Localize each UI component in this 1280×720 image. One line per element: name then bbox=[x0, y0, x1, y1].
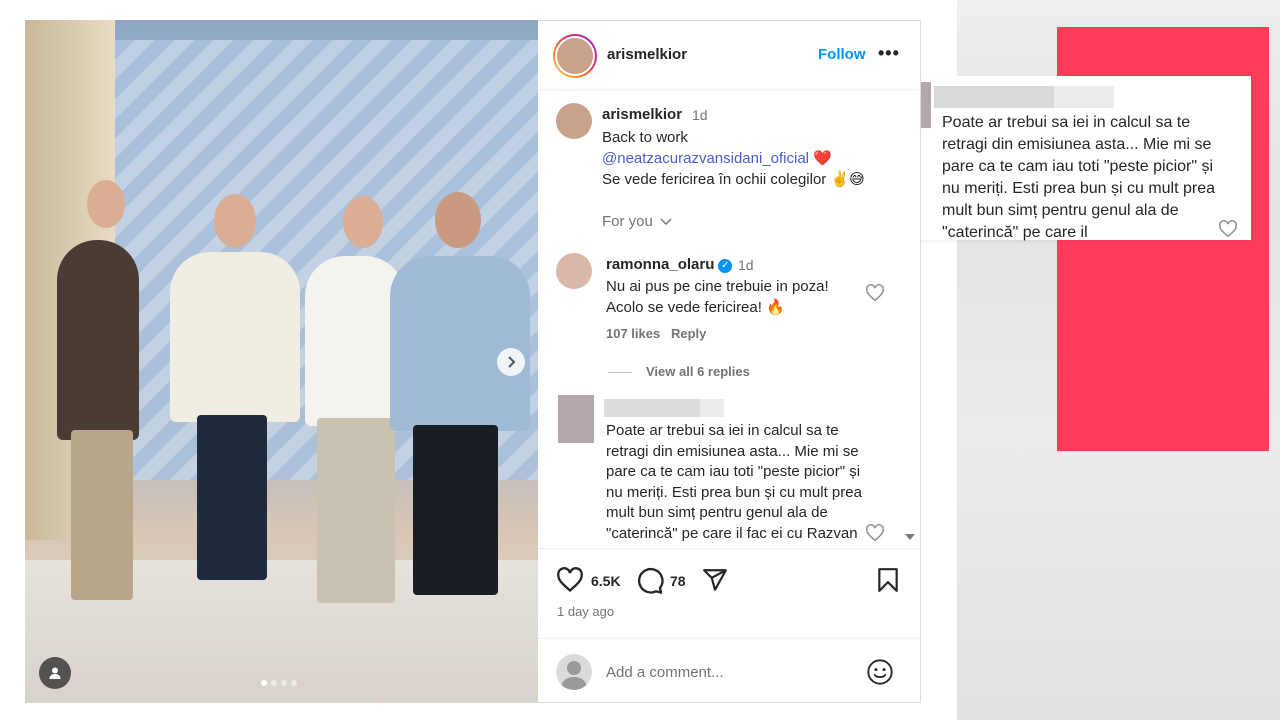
post-header: arismelkior Follow ••• bbox=[538, 21, 921, 90]
person-2 bbox=[170, 252, 300, 422]
comment-likes[interactable]: 107 likes bbox=[606, 326, 660, 341]
user-icon bbox=[561, 661, 587, 690]
carousel-dots bbox=[261, 680, 297, 686]
person-4-legs bbox=[413, 425, 498, 595]
comment-time: 1d bbox=[738, 257, 754, 273]
comment-input[interactable] bbox=[606, 661, 856, 683]
reply-button[interactable]: Reply bbox=[671, 326, 706, 341]
person-2-head bbox=[214, 194, 256, 248]
caption-time: 1d bbox=[692, 107, 708, 123]
caption-line: Se vede fericirea în ochii colegilor ✌️😅 bbox=[602, 171, 865, 188]
comment-text: Poate ar trebui sa iei in calcul sa te r… bbox=[606, 422, 862, 546]
person-4 bbox=[390, 256, 530, 431]
heart-emoji: ❤️ bbox=[813, 150, 832, 167]
comments-count[interactable]: 78 bbox=[670, 573, 686, 589]
post-time-ago: 1 day ago bbox=[557, 604, 615, 619]
comments-scroll-area[interactable]: arismelkior 1d Back to work @neatzacuraz… bbox=[538, 91, 921, 546]
person-1-head bbox=[87, 180, 125, 228]
scroll-down-arrow[interactable] bbox=[905, 534, 915, 540]
caption-avatar[interactable] bbox=[556, 103, 592, 139]
carousel-dot[interactable] bbox=[291, 680, 297, 686]
more-options-button[interactable]: ••• bbox=[878, 43, 900, 64]
emoji-icon[interactable] bbox=[866, 658, 894, 686]
carousel-dot[interactable] bbox=[281, 680, 287, 686]
current-user-avatar bbox=[556, 654, 592, 690]
person-4-head bbox=[435, 192, 481, 248]
follow-button[interactable]: Follow bbox=[818, 46, 866, 63]
carousel-dot[interactable] bbox=[271, 680, 277, 686]
heart-icon[interactable] bbox=[865, 524, 885, 542]
commenter-avatar[interactable] bbox=[556, 253, 592, 289]
author-username[interactable]: arismelkior bbox=[607, 46, 687, 63]
redacted-username bbox=[934, 86, 1114, 108]
for-you-label: For you bbox=[602, 213, 653, 230]
like-heart-icon[interactable] bbox=[556, 567, 584, 593]
add-comment-bar bbox=[538, 638, 921, 704]
carousel-dot[interactable] bbox=[261, 680, 267, 686]
share-icon[interactable] bbox=[701, 567, 729, 593]
post-details-panel: arismelkior Follow ••• arismelkior 1d Ba… bbox=[538, 20, 921, 703]
post-photo[interactable] bbox=[25, 20, 538, 703]
bookmark-icon[interactable] bbox=[876, 567, 900, 593]
user-icon bbox=[49, 667, 61, 679]
likes-count[interactable]: 6.5K bbox=[591, 573, 621, 589]
carousel-next-button[interactable] bbox=[497, 348, 525, 376]
comment-text: Nu ai pus pe cine trebuie in poza! Acolo… bbox=[606, 278, 829, 316]
view-replies-button[interactable]: View all 6 replies bbox=[646, 364, 750, 379]
chevron-right-icon bbox=[508, 356, 516, 368]
redacted-avatar[interactable] bbox=[558, 395, 594, 443]
person-3-head bbox=[343, 196, 383, 248]
heart-icon[interactable] bbox=[865, 284, 885, 302]
heart-icon bbox=[1219, 220, 1237, 238]
zoomed-comment-card: Poate ar trebui sa iei in calcul sa te r… bbox=[885, 76, 1251, 241]
caption-text: Back to work @neatzacurazvansidani_ofici… bbox=[602, 127, 902, 190]
author-avatar[interactable] bbox=[553, 34, 597, 78]
person-2-legs bbox=[197, 415, 267, 580]
mention-link[interactable]: @neatzacurazvansidani_oficial bbox=[602, 150, 809, 167]
person-1-legs bbox=[71, 430, 133, 600]
chevron-down-icon bbox=[660, 218, 672, 225]
verified-badge-icon: ✓ bbox=[718, 259, 733, 273]
redacted-username[interactable] bbox=[604, 399, 724, 417]
caption-line: @neatzacurazvansidani_oficial ❤️ bbox=[602, 148, 902, 169]
comment-icon[interactable] bbox=[636, 567, 664, 595]
divider bbox=[608, 372, 632, 373]
post-actions: 6.5K 78 1 day ago bbox=[538, 548, 921, 638]
person-1 bbox=[57, 240, 139, 440]
person-3-legs bbox=[317, 418, 395, 603]
caption-username[interactable]: arismelkior bbox=[602, 106, 682, 123]
for-you-dropdown[interactable]: For you bbox=[602, 213, 672, 230]
tagged-users-button[interactable] bbox=[39, 657, 71, 689]
zoomed-comment-text: Poate ar trebui sa iei in calcul sa te r… bbox=[942, 114, 1216, 241]
commenter-username[interactable]: ramonna_olaru ✓ bbox=[606, 256, 733, 273]
caption-line: Back to work bbox=[602, 129, 688, 146]
